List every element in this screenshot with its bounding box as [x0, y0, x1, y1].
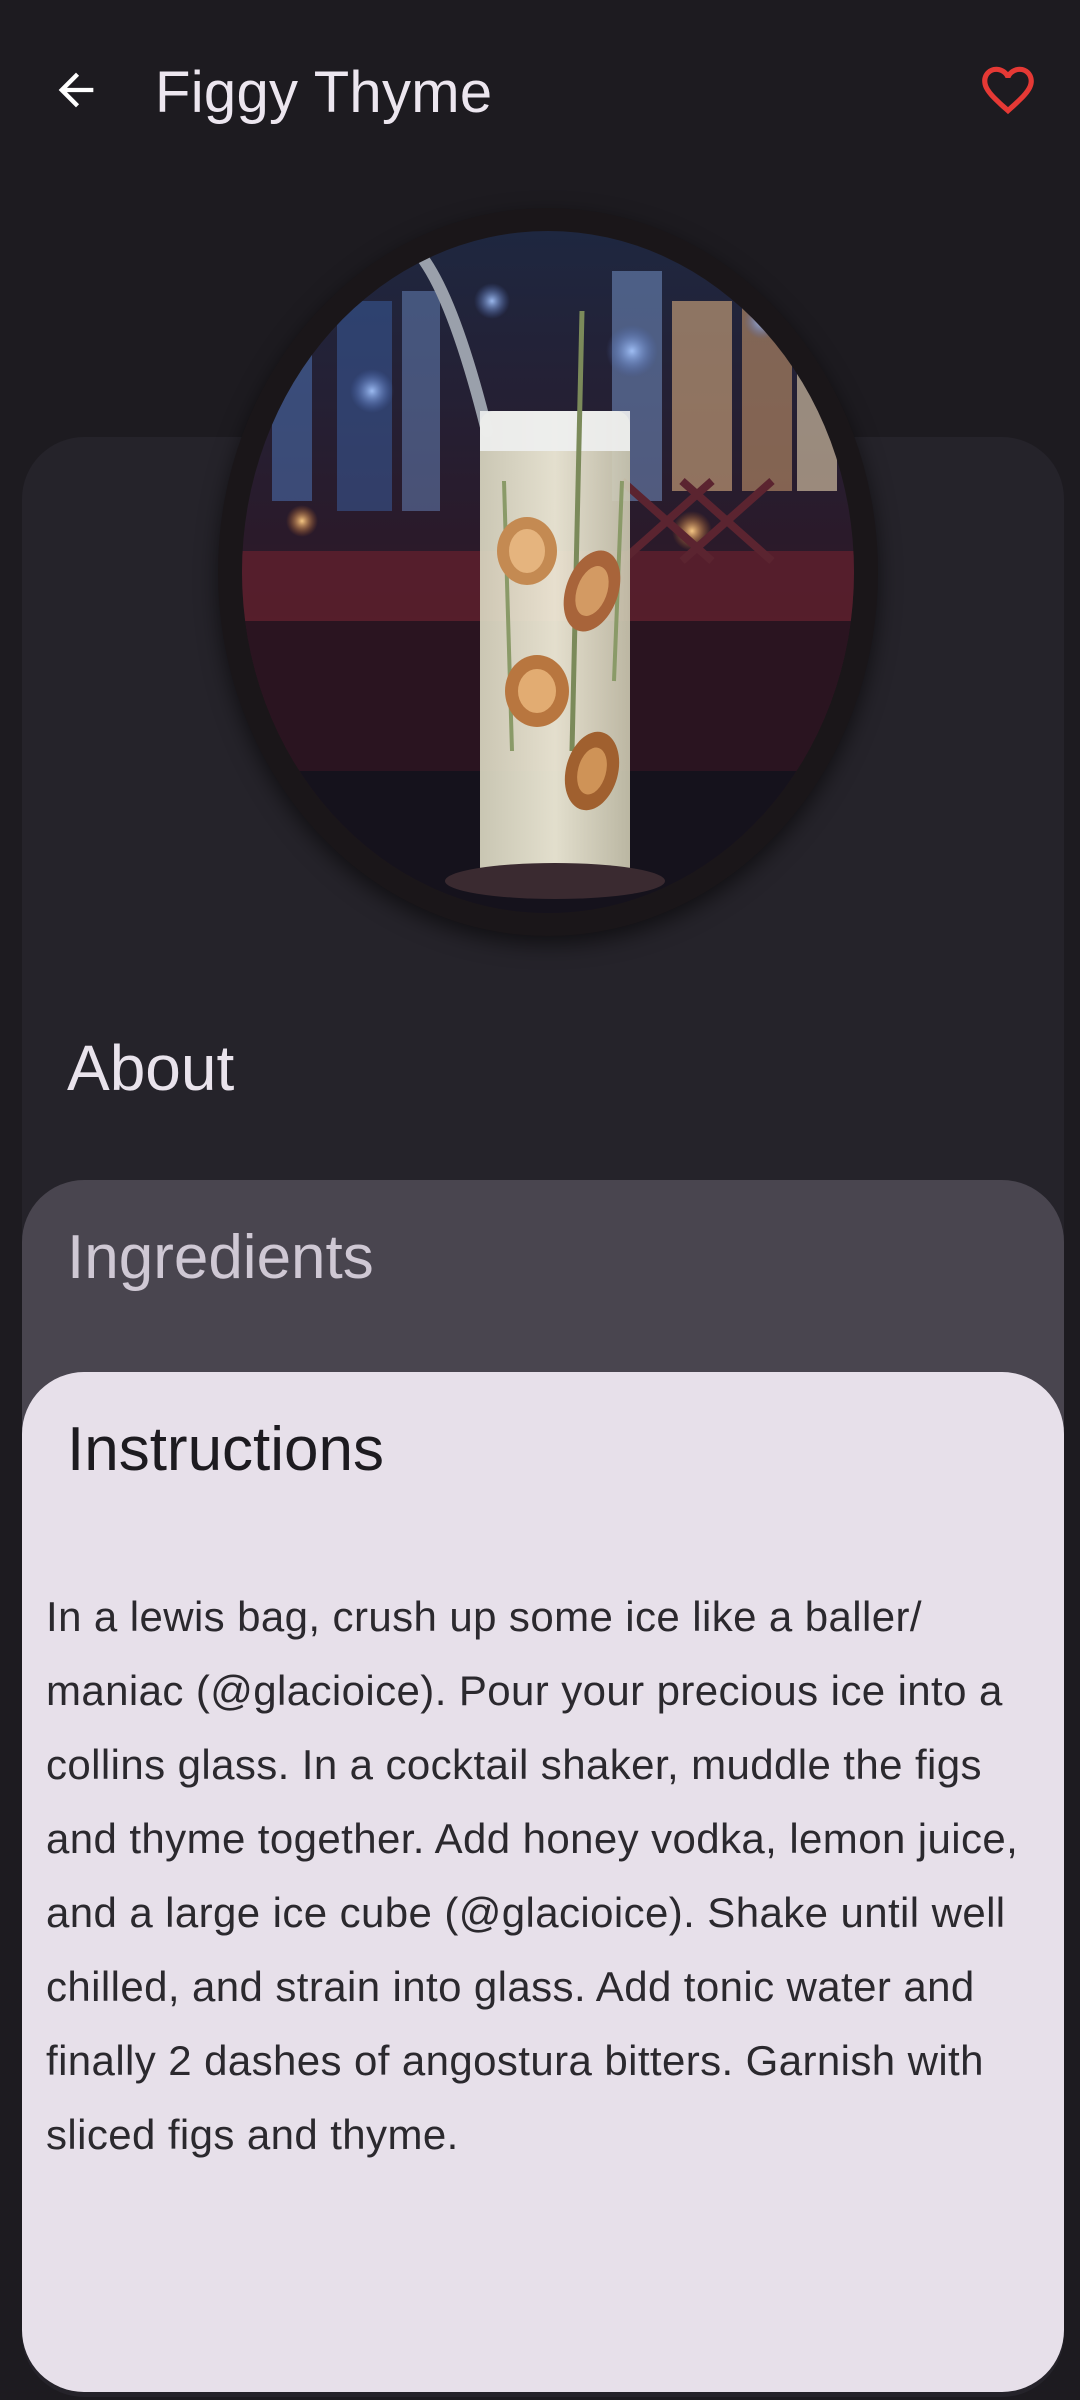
- top-app-bar: Figgy Thyme: [0, 0, 1080, 190]
- instructions-card[interactable]: Instructions In a lewis bag, crush up so…: [22, 1372, 1064, 2392]
- instructions-label: Instructions: [67, 1415, 385, 1484]
- back-button[interactable]: [36, 50, 116, 130]
- drink-image-frame: [218, 208, 878, 936]
- drink-image: [242, 231, 854, 913]
- favorite-button[interactable]: [968, 50, 1048, 130]
- heart-outline-icon: [982, 66, 1034, 115]
- instructions-text: In a lewis bag, crush up some ice like a…: [46, 1593, 1019, 2158]
- about-heading: About: [67, 1032, 235, 1104]
- drink-detail-screen: Figgy Thyme About Ingredients Instructio…: [0, 0, 1080, 2400]
- page-title: Figgy Thyme: [155, 60, 493, 125]
- ingredients-label: Ingredients: [67, 1223, 374, 1292]
- arrow-left-icon: [58, 72, 94, 108]
- cocktail-photo: [242, 231, 854, 913]
